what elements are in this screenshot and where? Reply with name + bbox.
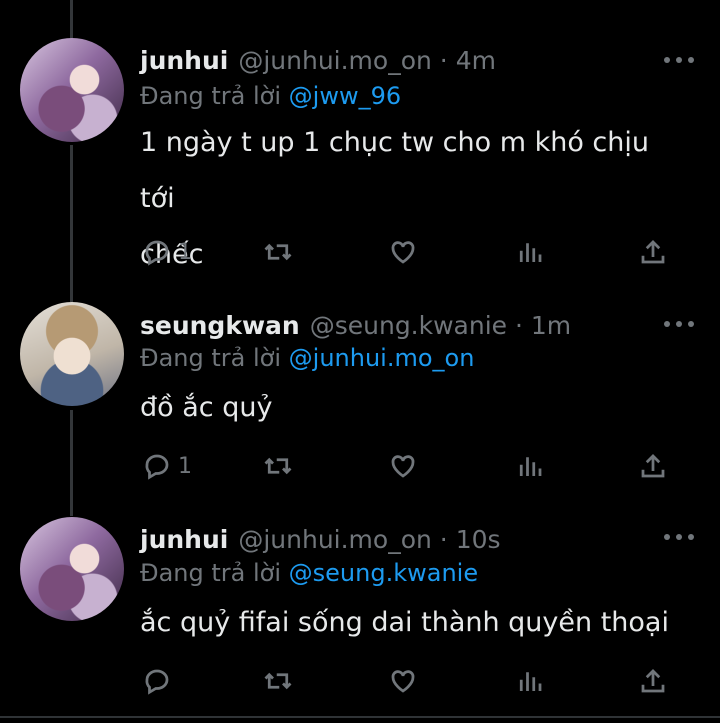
share-icon (641, 240, 665, 264)
tweet-text: đồ ắc quỷ (140, 380, 680, 436)
reply-count: 1 (178, 453, 192, 479)
analytics-button[interactable] (515, 232, 545, 272)
more-icon[interactable] (664, 54, 694, 66)
more-icon[interactable] (664, 318, 694, 330)
retweet-button[interactable] (263, 661, 293, 701)
like-icon (391, 670, 415, 693)
username-and-time[interactable]: @junhui.mo_on · 10s (238, 525, 500, 554)
mention-link[interactable]: @seung.kwanie (289, 559, 478, 587)
share-button[interactable] (638, 661, 668, 701)
tweet-actions: 1 (140, 446, 685, 486)
replying-to: Đang trả lời @jww_96 (140, 82, 401, 112)
tweet-actions: 1 (140, 232, 685, 272)
analytics-button[interactable] (515, 446, 545, 486)
replying-prefix: Đang trả lời (140, 344, 282, 372)
share-button[interactable] (638, 446, 668, 486)
tweet[interactable]: junhui @junhui.mo_on · 4m Đang trả lời @… (0, 0, 720, 300)
like-button[interactable] (388, 232, 418, 272)
more-icon[interactable] (664, 531, 694, 543)
display-name[interactable]: junhui (140, 46, 228, 75)
share-icon (641, 669, 665, 693)
reply-icon (145, 454, 169, 480)
analytics-button[interactable] (515, 661, 545, 701)
reply-button[interactable]: 1 (142, 232, 192, 272)
like-button[interactable] (388, 661, 418, 701)
tweet-actions (140, 661, 685, 701)
like-icon (391, 455, 415, 478)
retweet-icon (264, 672, 292, 690)
like-icon (391, 241, 415, 264)
analytics-icon (519, 457, 542, 476)
avatar[interactable] (20, 517, 124, 621)
tweet-header: junhui @junhui.mo_on · 10s (140, 522, 680, 556)
replying-to: Đang trả lời @junhui.mo_on (140, 344, 474, 374)
separator (0, 716, 720, 718)
username-and-time[interactable]: @seung.kwanie · 1m (310, 311, 571, 340)
share-button[interactable] (638, 232, 668, 272)
mention-link[interactable]: @junhui.mo_on (289, 344, 475, 372)
avatar[interactable] (20, 38, 124, 142)
tweet-text-line: 1 ngày t up 1 chục tw cho m khó chịu tới (140, 127, 649, 214)
replying-prefix: Đang trả lời (140, 559, 282, 587)
reply-icon (145, 669, 169, 695)
reply-count: 1 (178, 239, 192, 265)
avatar[interactable] (20, 302, 124, 406)
mention-link[interactable]: @jww_96 (289, 82, 401, 110)
reply-button[interactable] (142, 661, 178, 701)
tweet-text-line: đồ ắc quỷ (140, 392, 273, 423)
like-button[interactable] (388, 446, 418, 486)
username-and-time[interactable]: @junhui.mo_on · 4m (238, 46, 496, 75)
share-icon (641, 454, 665, 478)
tweet-header: seungkwan @seung.kwanie · 1m (140, 308, 680, 342)
tweet-text-line: ắc quỷ fifai sống dai thành quyền thoại (140, 607, 669, 638)
display-name[interactable]: seungkwan (140, 311, 300, 340)
reply-icon (145, 240, 169, 266)
replying-prefix: Đang trả lời (140, 82, 282, 110)
retweet-icon (264, 243, 292, 261)
display-name[interactable]: junhui (140, 525, 228, 554)
analytics-icon (519, 243, 542, 262)
tweet-header: junhui @junhui.mo_on · 4m (140, 43, 680, 77)
retweet-button[interactable] (263, 446, 293, 486)
retweet-icon (264, 457, 292, 475)
tweet[interactable]: junhui @junhui.mo_on · 10s Đang trả lời … (0, 515, 720, 720)
tweet[interactable]: seungkwan @seung.kwanie · 1m Đang trả lờ… (0, 300, 720, 515)
analytics-icon (519, 672, 542, 691)
reply-button[interactable]: 1 (142, 446, 192, 486)
tweet-text: ắc quỷ fifai sống dai thành quyền thoại (140, 595, 680, 651)
replying-to: Đang trả lời @seung.kwanie (140, 559, 478, 589)
retweet-button[interactable] (263, 232, 293, 272)
